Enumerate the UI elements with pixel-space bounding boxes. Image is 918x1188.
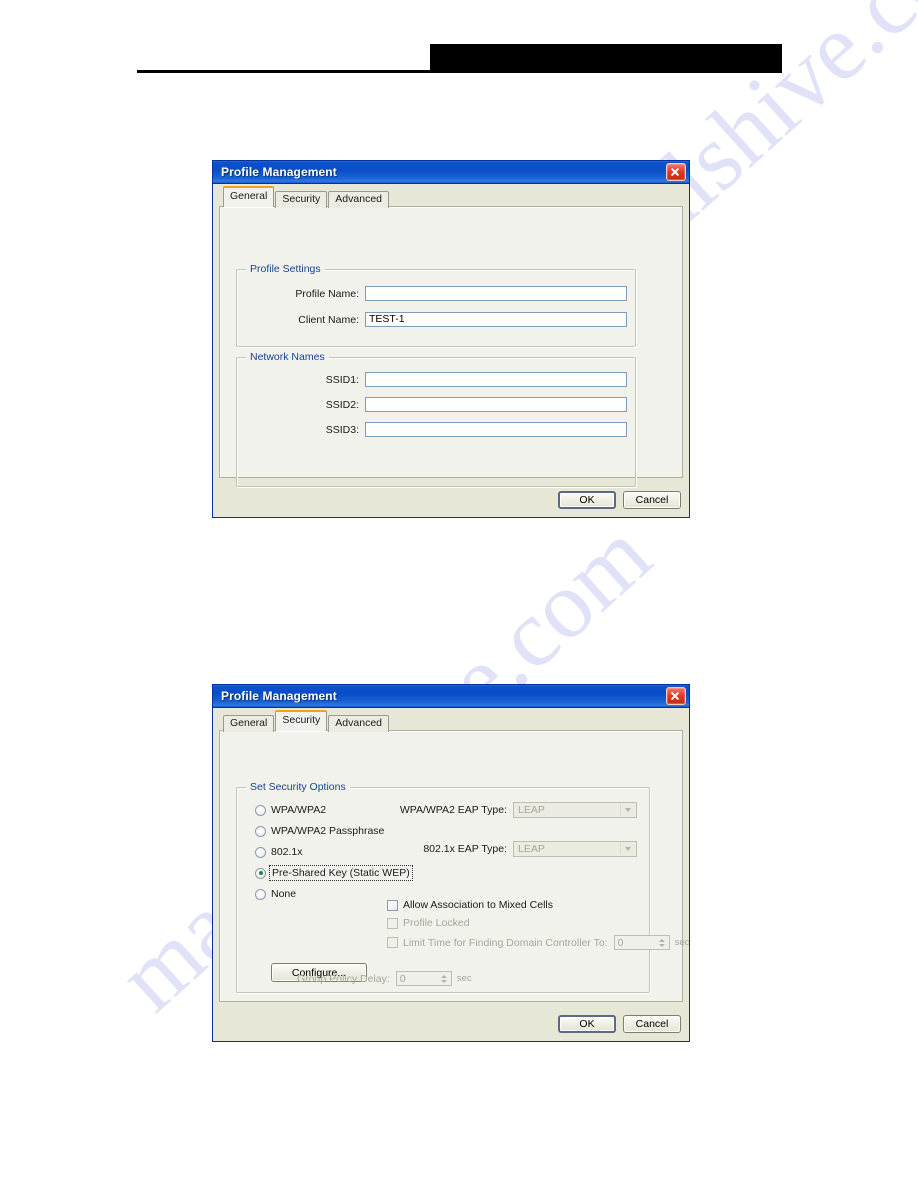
field-ssid2-label: SSID2: — [325, 398, 359, 411]
dialog-footer-security: OK Cancel — [558, 1015, 681, 1033]
checkbox-limit-domain-controller-time[interactable]: Limit Time for Finding Domain Controller… — [387, 935, 689, 950]
group-set-security-options: Set Security Options WPA/WPA2 WPA/WPA2 P… — [236, 781, 689, 993]
header-horizontal-rule — [137, 70, 782, 73]
checkbox-indicator[interactable] — [387, 917, 398, 929]
dot1x-eap-type-select[interactable]: LEAP — [513, 841, 637, 857]
profile-management-general-dialog: Profile Management General Security Adva… — [212, 160, 690, 518]
tab-general[interactable]: General — [223, 186, 275, 207]
radio-indicator[interactable] — [255, 825, 266, 837]
wpa-eap-type-value: LEAP — [518, 804, 545, 816]
close-icon[interactable] — [666, 163, 686, 181]
ssid3-input[interactable] — [365, 422, 627, 437]
radio-indicator[interactable] — [255, 888, 266, 900]
tab-security[interactable]: Security — [275, 710, 328, 731]
dot1x-eap-type-value: LEAP — [518, 843, 545, 855]
profile-name-input[interactable] — [365, 286, 627, 301]
group-network-names: Network Names SSID1: SSID2: SSID3: — [236, 351, 636, 487]
stepper-arrows-icon[interactable] — [656, 936, 668, 949]
tab-advanced[interactable]: Advanced — [328, 715, 389, 732]
radio-802-1x[interactable]: 802.1x — [255, 846, 303, 858]
field-ssid2: SSID2: — [237, 397, 627, 412]
radio-wpa-wpa2-passphrase-label: WPA/WPA2 Passphrase — [271, 825, 385, 837]
domain-controller-time-unit: sec — [674, 937, 690, 948]
checkbox-indicator[interactable] — [387, 899, 398, 911]
group-profile-settings: Profile Settings Profile Name: Client Na… — [236, 263, 636, 347]
checkbox-allow-mixed-cells-label: Allow Association to Mixed Cells — [403, 899, 553, 911]
cancel-button[interactable]: Cancel — [623, 1015, 681, 1033]
group-network-names-title: Network Names — [246, 351, 329, 363]
stepper-arrows-icon[interactable] — [438, 972, 450, 985]
radio-indicator[interactable] — [255, 867, 266, 879]
radio-indicator[interactable] — [255, 846, 266, 858]
field-profile-name: Profile Name: — [237, 286, 627, 301]
checkbox-limit-domain-controller-time-label: Limit Time for Finding Domain Controller… — [403, 936, 608, 949]
checkbox-indicator[interactable] — [387, 937, 398, 948]
dialog-body-general: General Security Advanced Profile Settin… — [213, 184, 689, 517]
field-group-policy-delay-label: Group Policy Delay: — [297, 972, 390, 985]
field-client-name-label: Client Name: — [298, 313, 359, 326]
radio-none-label: None — [271, 888, 297, 900]
field-wpa-eap-type: WPA/WPA2 EAP Type: LEAP — [387, 802, 637, 818]
field-wpa-eap-type-label: WPA/WPA2 EAP Type: — [399, 804, 507, 816]
dialog-title-security: Profile Management — [221, 689, 337, 703]
field-group-policy-delay: Group Policy Delay: 0 sec — [297, 971, 472, 986]
field-8021x-eap-type: 802.1x EAP Type: LEAP — [387, 841, 637, 857]
field-ssid3: SSID3: — [237, 422, 627, 437]
page-header — [0, 0, 918, 90]
dialog-title-general: Profile Management — [221, 165, 337, 179]
ok-button[interactable]: OK — [558, 491, 616, 509]
tab-security[interactable]: Security — [275, 191, 328, 208]
field-ssid1-label: SSID1: — [325, 373, 359, 386]
tabpanel-security: Set Security Options WPA/WPA2 WPA/WPA2 P… — [219, 730, 689, 1002]
client-name-input[interactable] — [365, 312, 627, 327]
radio-wpa-wpa2[interactable]: WPA/WPA2 — [255, 804, 326, 816]
dialog-body-security: General Security Advanced Set Security O… — [213, 708, 689, 1041]
tab-general[interactable]: General — [223, 715, 275, 732]
checkbox-profile-locked-label: Profile Locked — [403, 917, 470, 929]
tabpanel-general: Profile Settings Profile Name: Client Na… — [219, 206, 683, 487]
radio-none[interactable]: None — [255, 888, 296, 900]
group-policy-delay-stepper[interactable]: 0 — [395, 971, 452, 986]
radio-wpa-wpa2-label: WPA/WPA2 — [271, 804, 327, 816]
group-policy-delay-value: 0 — [399, 972, 406, 985]
field-client-name: Client Name: — [237, 312, 627, 327]
ok-button[interactable]: OK — [558, 1015, 616, 1033]
group-policy-delay-unit: sec — [456, 973, 472, 984]
radio-indicator[interactable] — [255, 804, 266, 816]
tab-advanced[interactable]: Advanced — [328, 191, 389, 208]
domain-controller-time-value: 0 — [617, 936, 624, 949]
field-ssid1: SSID1: — [237, 372, 627, 387]
dialog-footer-general: OK Cancel — [558, 491, 681, 509]
ssid1-input[interactable] — [365, 372, 627, 387]
titlebar-security: Profile Management — [213, 685, 689, 708]
cancel-button[interactable]: Cancel — [623, 491, 681, 509]
chevron-down-icon[interactable] — [620, 843, 635, 855]
ssid2-input[interactable] — [365, 397, 627, 412]
checkbox-allow-mixed-cells[interactable]: Allow Association to Mixed Cells — [387, 899, 553, 911]
radio-pre-shared-key[interactable]: Pre-Shared Key (Static WEP) — [255, 865, 413, 881]
close-icon[interactable] — [666, 687, 686, 705]
group-set-security-options-title: Set Security Options — [246, 781, 350, 793]
tabstrip-general: General Security Advanced — [219, 186, 683, 208]
radio-wpa-wpa2-passphrase[interactable]: WPA/WPA2 Passphrase — [255, 825, 384, 837]
field-ssid3-label: SSID3: — [325, 423, 359, 436]
radio-pre-shared-key-label: Pre-Shared Key (Static WEP) — [269, 865, 413, 881]
field-8021x-eap-type-label: 802.1x EAP Type: — [423, 843, 507, 855]
wpa-eap-type-select[interactable]: LEAP — [513, 802, 637, 818]
tabstrip-security: General Security Advanced — [219, 710, 683, 732]
titlebar-general: Profile Management — [213, 161, 689, 184]
profile-management-security-dialog: Profile Management General Security Adva… — [212, 684, 690, 1042]
header-redacted-block — [430, 44, 782, 72]
checkbox-profile-locked[interactable]: Profile Locked — [387, 917, 470, 929]
chevron-down-icon[interactable] — [620, 804, 635, 816]
radio-802-1x-label: 802.1x — [271, 846, 303, 858]
group-profile-settings-title: Profile Settings — [246, 263, 325, 275]
domain-controller-time-stepper[interactable]: 0 — [613, 935, 670, 950]
field-profile-name-label: Profile Name: — [295, 287, 359, 300]
